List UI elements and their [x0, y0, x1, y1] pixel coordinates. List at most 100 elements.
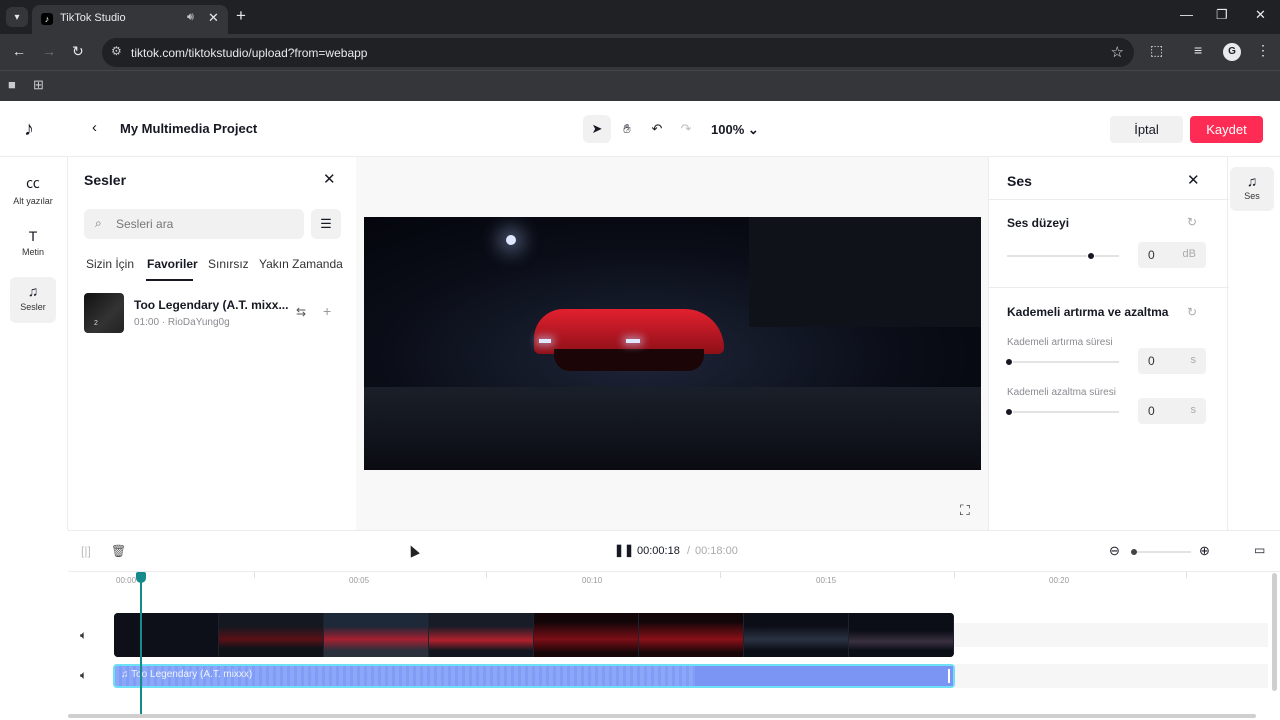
volume-title: Ses düzeyi	[1007, 216, 1070, 230]
delete-icon[interactable]: 🗑︎	[111, 544, 126, 558]
hand-tool-icon[interactable]: ✋︎	[613, 115, 641, 143]
site-info-icon[interactable]: ⚙︎	[111, 44, 122, 58]
slider-knob[interactable]	[1005, 358, 1013, 366]
playhead-handle[interactable]	[136, 572, 146, 583]
right-rail: ♫ Ses	[1228, 157, 1280, 530]
undo-icon[interactable]: ↶	[643, 115, 671, 143]
video-clip[interactable]	[114, 613, 954, 657]
cancel-button[interactable]: İptal	[1110, 116, 1183, 143]
zoom-value: 100%	[711, 122, 745, 137]
video-preview[interactable]	[364, 217, 981, 470]
caption-toggle-icon[interactable]: ▭	[1254, 543, 1265, 557]
preview-canvas: ⛶	[356, 157, 988, 530]
extensions-icon[interactable]: ⬚	[1150, 42, 1163, 59]
save-button[interactable]: Kaydet	[1190, 116, 1263, 143]
filter-button[interactable]: ☰	[311, 209, 341, 239]
media-controls-icon[interactable]: ≡	[1194, 42, 1202, 58]
project-title: My Multimedia Project	[120, 121, 258, 136]
bookmarks-bar: ■ ⊞	[0, 70, 1280, 101]
tab-for-you[interactable]: Sizin İçin	[86, 257, 134, 271]
pause-icon[interactable]: ❚❚	[614, 543, 634, 557]
add-icon[interactable]: +	[323, 303, 331, 319]
slider-knob[interactable]	[1005, 408, 1013, 416]
fade-out-slider[interactable]	[1005, 408, 1119, 416]
window-close-icon[interactable]: ✕	[1255, 7, 1266, 23]
search-icon: ⌕	[95, 216, 102, 230]
seconds-unit: s	[1190, 354, 1197, 366]
chevron-left-icon[interactable]: ‹	[92, 119, 97, 136]
slider-knob[interactable]	[1131, 549, 1137, 555]
fade-in-slider[interactable]	[1005, 358, 1119, 366]
music-icon: ♫	[27, 283, 39, 299]
profile-avatar[interactable]: G	[1223, 43, 1241, 61]
sidebar-item-captions[interactable]: ㏄ Alt yazılar	[10, 167, 56, 213]
rail-item-label: Ses	[1244, 191, 1260, 201]
current-time: 00:00:18	[637, 545, 680, 557]
time-ruler[interactable]: 00:00 00:05 00:10 00:15 00:20	[68, 571, 1280, 593]
list-item[interactable]: 2 Too Legendary (A.T. mixx... 01:00 · Ri…	[84, 293, 344, 335]
sidebar-item-sounds[interactable]: ♫ Sesler	[10, 277, 56, 323]
bookmark-icon[interactable]: ■	[8, 77, 16, 92]
select-tool-icon[interactable]: ➤	[583, 115, 611, 143]
vertical-scrollbar[interactable]	[1272, 573, 1277, 691]
bookmark-star-icon[interactable]: ☆	[1111, 43, 1124, 61]
slider-knob[interactable]	[1087, 252, 1095, 260]
zoom-dropdown[interactable]: 100% ⌄	[711, 122, 759, 138]
seconds-unit: s	[1190, 404, 1197, 416]
url-text[interactable]: tiktok.com/tiktokstudio/upload?from=weba…	[131, 46, 367, 60]
editor-header: ♪ ‹ My Multimedia Project ➤ ✋︎ ↶ ↷ 100% …	[0, 101, 1280, 157]
volume-input[interactable]: 0 dB	[1138, 242, 1206, 268]
tab-search-icon[interactable]: ▾	[6, 7, 28, 27]
split-icon[interactable]: [|]	[81, 544, 91, 558]
restore-icon[interactable]: ❐	[1216, 7, 1228, 23]
apps-grid-icon[interactable]: ⊞	[33, 77, 44, 93]
search-box[interactable]: ⌕	[84, 209, 304, 239]
trim-handle[interactable]	[948, 669, 950, 683]
reload-icon[interactable]: ↻	[72, 43, 84, 60]
audio-clip[interactable]: ♫ Too Legendary (A.T. mixxx)	[113, 664, 955, 688]
volume-unit: dB	[1182, 248, 1196, 260]
tab-close-icon[interactable]: ✕	[208, 10, 219, 26]
tab-audio-icon[interactable]: 🔊︎	[187, 11, 194, 24]
redo-icon[interactable]: ↷	[672, 115, 700, 143]
address-bar[interactable]: ⚙︎ tiktok.com/tiktokstudio/upload?from=w…	[102, 38, 1134, 67]
new-tab-icon[interactable]: +	[236, 6, 246, 26]
fullscreen-icon[interactable]: ⛶	[960, 502, 970, 519]
reset-icon[interactable]: ↻	[1187, 305, 1197, 319]
replace-icon[interactable]: ⇆	[296, 305, 306, 319]
track-meta: 01:00 · RioDaYung0g	[134, 317, 230, 328]
tab-unlimited[interactable]: Sınırsız	[208, 257, 249, 271]
sidebar-item-label: Alt yazılar	[13, 196, 53, 206]
tab-recent[interactable]: Yakın Zamanda	[259, 257, 343, 271]
close-icon[interactable]: ✕	[323, 170, 336, 188]
close-icon[interactable]: ✕	[1187, 171, 1200, 189]
fade-out-input[interactable]: 0 s	[1138, 398, 1206, 424]
minimize-icon[interactable]: —	[1180, 7, 1193, 22]
tab-favorites[interactable]: Favoriler	[147, 257, 198, 271]
video-track-volume-icon[interactable]: 🔈︎	[80, 628, 87, 643]
fade-in-input[interactable]: 0 s	[1138, 348, 1206, 374]
back-icon[interactable]: ←	[12, 43, 26, 59]
fade-in-value: 0	[1148, 354, 1155, 368]
left-sidebar: ㏄ Alt yazılar T Metin ♫ Sesler	[0, 157, 68, 530]
browser-tab[interactable]: ♪ TikTok Studio 🔊︎ ✕	[32, 5, 228, 34]
tiktok-logo-icon[interactable]: ♪	[24, 118, 34, 141]
horizontal-scrollbar[interactable]	[68, 714, 1256, 718]
rail-item-audio[interactable]: ♫ Ses	[1230, 167, 1274, 211]
sidebar-item-text[interactable]: T Metin	[10, 222, 56, 268]
ruler-tick: 00:05	[349, 576, 370, 585]
audio-track-volume-icon[interactable]: 🔈︎	[80, 668, 87, 683]
timeline-zoom-slider[interactable]	[1131, 549, 1191, 555]
playhead[interactable]	[140, 573, 142, 715]
filter-icon: ☰	[320, 216, 332, 231]
tiktok-studio-editor: ♪ ‹ My Multimedia Project ➤ ✋︎ ↶ ↷ 100% …	[0, 101, 1280, 720]
forward-icon[interactable]: →	[42, 43, 56, 59]
fade-out-value: 0	[1148, 404, 1155, 418]
search-input[interactable]	[116, 209, 296, 239]
menu-icon[interactable]: ⋮	[1256, 42, 1270, 59]
reset-icon[interactable]: ↻	[1187, 215, 1197, 229]
audio-properties-panel: Ses ✕ Ses düzeyi ↻ 0 dB Kademeli artırma…	[988, 157, 1229, 530]
volume-slider[interactable]	[1007, 252, 1119, 260]
zoom-in-icon[interactable]: ⊕	[1199, 543, 1210, 559]
zoom-out-icon[interactable]: ⊖	[1109, 543, 1120, 559]
